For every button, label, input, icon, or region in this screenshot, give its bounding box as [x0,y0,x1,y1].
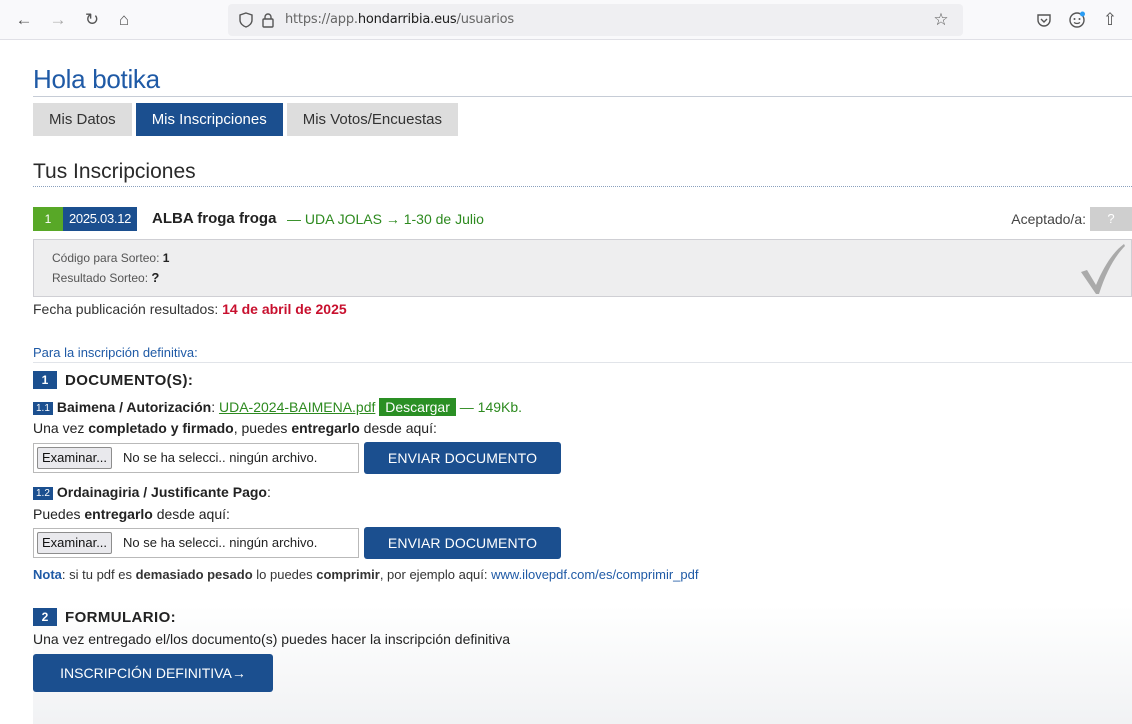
section-divider [33,186,1132,187]
definitive-inscription-button[interactable]: INSCRIPCIÓN DEFINITIVA→ [33,654,273,692]
browse-button[interactable]: Examinar... [37,532,113,554]
sorteo-result: Resultado Sorteo: ? [52,270,160,285]
ilovepdf-link[interactable]: www.ilovepdf.com/es/comprimir_pdf [491,567,698,582]
compression-note: Nota: si tu pdf es demasiado pesado lo p… [33,567,699,582]
reload-icon[interactable]: ↻ [78,6,106,34]
page-title: Hola botika [33,64,160,94]
browser-toolbar: ← → ↻ ⌂ https://app.hondarribia.eus/usua… [0,0,1132,40]
shield-icon[interactable] [236,10,256,30]
pocket-icon[interactable] [1030,6,1058,34]
file-placeholder: No se ha selecci.. ningún archivo. [123,450,318,465]
share-icon[interactable]: ⇧ [1096,6,1124,34]
bookmark-star-icon[interactable]: ☆ [931,10,951,30]
file-input[interactable]: Examinar... No se ha selecci.. ningún ar… [33,528,359,558]
inscription-name: ALBA froga froga [152,210,277,227]
accepted-label: Aceptado/a: [1011,211,1086,227]
doc-number: 1.2 [33,487,53,500]
inscription-number-badge: 1 [33,207,63,231]
account-icon[interactable] [1063,6,1091,34]
page-content: Hola botika Mis Datos Mis Inscripciones … [0,40,1132,724]
results-date: Fecha publicación resultados: 14 de abri… [33,301,347,317]
file-size: — 149Kb. [459,399,523,415]
home-icon[interactable]: ⌂ [110,6,138,34]
send-document-button[interactable]: ENVIAR DOCUMENTO [364,442,561,474]
form-step: 2 FORMULARIO: [33,606,176,628]
file-input[interactable]: Examinar... No se ha selecci.. ningún ar… [33,443,359,473]
lock-icon[interactable] [258,10,278,30]
definitive-heading: Para la inscripción definitiva: [33,345,198,360]
section-title: Tus Inscripciones [33,160,196,183]
document-2: 1.2 Ordainagiria / Justificante Pago: [33,484,271,500]
inscription-row: 1 2025.03.12 ALBA froga froga — UDA JOLA… [33,207,1132,231]
send-document-button[interactable]: ENVIAR DOCUMENTO [364,527,561,559]
form-description: Una vez entregado el/los documento(s) pu… [33,631,511,647]
accepted-status-badge: ? [1090,207,1132,231]
step-title: FORMULARIO: [65,608,177,626]
url-text: https://app.hondarribia.eus/usuarios [285,12,514,27]
tabs: Mis Datos Mis Inscripciones Mis Votos/En… [33,103,458,136]
tab-mis-datos[interactable]: Mis Datos [33,103,132,136]
inscription-date-badge: 2025.03.12 [63,207,138,231]
inscription-meta: — UDA JOLAS → 1-30 de Julio [287,211,484,227]
step-number: 2 [33,608,57,626]
tab-mis-inscripciones[interactable]: Mis Inscripciones [135,103,283,136]
back-icon[interactable]: ← [10,6,38,34]
doc-number: 1.1 [33,402,53,415]
file-placeholder: No se ha selecci.. ningún archivo. [123,535,318,550]
sorteo-code: Código para Sorteo: 1 [52,251,170,265]
definitive-divider [33,362,1132,363]
document-1: 1.1 Baimena / Autorización: UDA-2024-BAIM… [33,398,522,416]
step-title: DOCUMENTO(S): [65,371,194,389]
doc2-instruction: Puedes entregarlo desde aquí: [33,506,230,522]
tab-mis-votos[interactable]: Mis Votos/Encuestas [286,103,458,136]
documents-step: 1 DOCUMENTO(S): [33,369,193,391]
title-divider [33,96,1132,97]
pdf-download-link[interactable]: UDA-2024-BAIMENA.pdf [219,399,375,415]
doc1-instruction: Una vez completado y firmado, puedes ent… [33,420,437,436]
download-button[interactable]: Descargar [379,398,456,416]
checkmark-icon [1081,244,1125,294]
forward-icon[interactable]: → [44,6,72,34]
url-bar[interactable]: https://app.hondarribia.eus/usuarios ☆ [228,4,963,36]
browse-button[interactable]: Examinar... [37,447,113,469]
step-number: 1 [33,371,57,389]
sorteo-panel: Código para Sorteo: 1 Resultado Sorteo: … [33,239,1132,297]
